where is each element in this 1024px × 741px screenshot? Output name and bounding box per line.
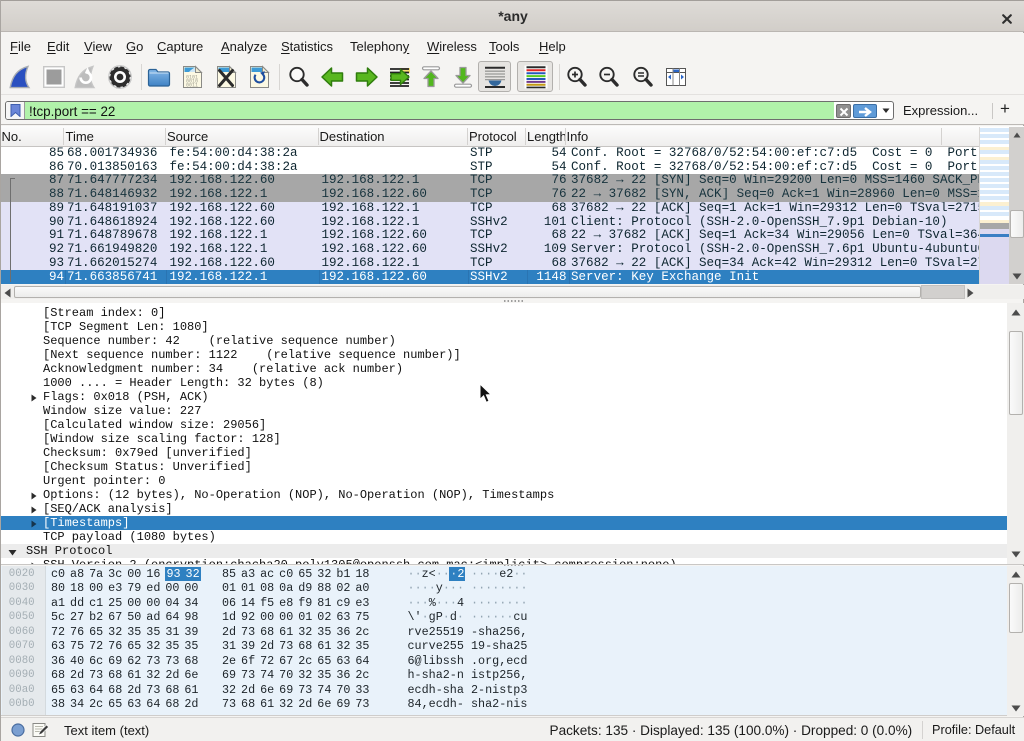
svg-text:0011: 0011 [186, 83, 198, 89]
